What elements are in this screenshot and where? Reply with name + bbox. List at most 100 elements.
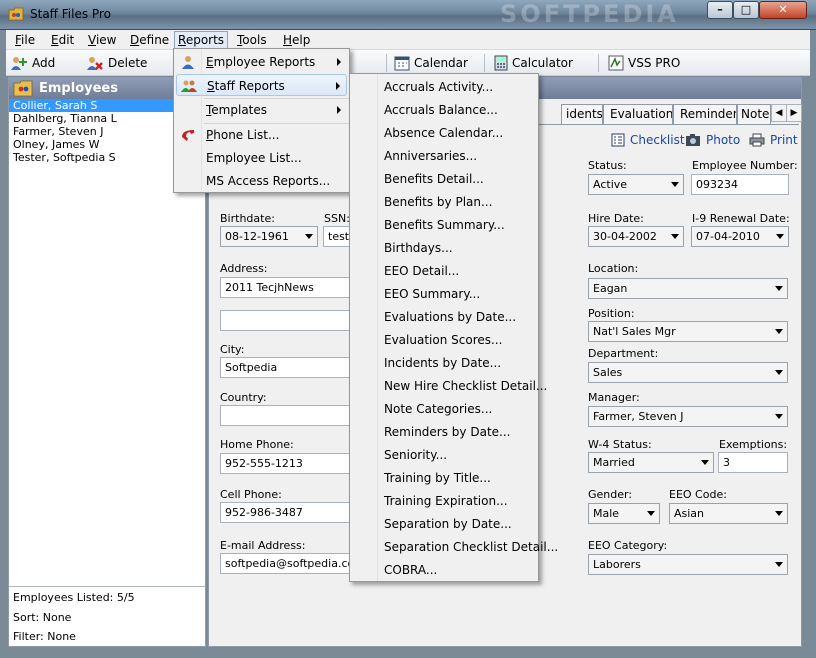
menu-define[interactable]: Define bbox=[127, 32, 172, 49]
window-title: Staff Files Pro bbox=[30, 7, 111, 21]
exemptions-label: Exemptions: bbox=[719, 438, 788, 451]
birthdate-picker[interactable]: 08-12-1961 bbox=[220, 226, 318, 247]
report-incidents-by-date[interactable]: Incidents by Date... bbox=[384, 352, 501, 375]
eeo-category-select[interactable]: Laborers bbox=[588, 554, 788, 575]
photo-link[interactable]: Photo bbox=[685, 132, 740, 148]
report-separation-checklist[interactable]: Separation Checklist Detail... bbox=[384, 536, 558, 559]
report-absence-calendar[interactable]: Absence Calendar... bbox=[384, 122, 503, 145]
menu-view[interactable]: View bbox=[85, 32, 119, 49]
status-label: Status: bbox=[588, 159, 627, 172]
birthdate-label: Birthdate: bbox=[220, 212, 275, 225]
report-eeo-detail[interactable]: EEO Detail... bbox=[384, 260, 459, 283]
address-line2-field[interactable] bbox=[220, 310, 352, 331]
country-field[interactable] bbox=[220, 405, 352, 426]
employee-icon bbox=[182, 56, 194, 69]
tab-scroll-right[interactable]: ▶ bbox=[786, 104, 802, 122]
report-cobra[interactable]: COBRA... bbox=[384, 559, 437, 582]
filter-status: Filter: None bbox=[13, 630, 76, 643]
address-label: Address: bbox=[220, 262, 268, 275]
tab-evaluations[interactable]: Evaluations bbox=[603, 104, 673, 124]
minimize-button[interactable]: – bbox=[707, 1, 733, 19]
calculator-button[interactable]: Calculator bbox=[494, 53, 573, 73]
employees-title: Employees bbox=[39, 81, 118, 96]
tab-incidents[interactable]: idents bbox=[561, 104, 603, 124]
report-benefits-by-plan[interactable]: Benefits by Plan... bbox=[384, 191, 492, 214]
eeo-category-label: EEO Category: bbox=[588, 539, 668, 552]
menu-phone-list[interactable]: Phone List... bbox=[176, 124, 347, 146]
department-select[interactable]: Sales bbox=[588, 362, 788, 383]
employee-number-field[interactable]: 093234 bbox=[691, 174, 789, 195]
i9-renewal-picker[interactable]: 07-04-2010 bbox=[691, 226, 789, 247]
camera-icon bbox=[686, 134, 700, 146]
eeo-code-select[interactable]: Asian bbox=[669, 503, 788, 524]
tab-scroll-left[interactable]: ◀ bbox=[771, 104, 787, 122]
email-field[interactable]: softpedia@softpedia.com bbox=[220, 553, 352, 574]
maximize-button[interactable]: □ bbox=[733, 1, 759, 19]
home-phone-field[interactable]: 952-555-1213 bbox=[220, 453, 352, 474]
email-label: E-mail Address: bbox=[220, 539, 306, 552]
report-eeo-summary[interactable]: EEO Summary... bbox=[384, 283, 480, 306]
report-anniversaries[interactable]: Anniversaries... bbox=[384, 145, 477, 168]
menu-templates[interactable]: Templates bbox=[176, 99, 347, 121]
address-line1-field[interactable]: 2011 TecjhNews bbox=[220, 277, 352, 298]
toolbar-separator bbox=[598, 54, 599, 72]
app-folder-icon bbox=[8, 7, 24, 21]
staff-icon bbox=[181, 80, 197, 92]
menu-employee-list[interactable]: Employee List... bbox=[176, 147, 347, 169]
phone-icon bbox=[182, 130, 194, 141]
title-bar[interactable]: Staff Files Pro SOFTPEDIA – □ ✕ bbox=[0, 0, 816, 30]
report-evaluations-by-date[interactable]: Evaluations by Date... bbox=[384, 306, 516, 329]
menu-file[interactable]: File bbox=[12, 32, 38, 49]
menu-edit[interactable]: Edit bbox=[48, 32, 77, 49]
add-button[interactable]: Add bbox=[10, 53, 55, 73]
cell-phone-field[interactable]: 952-986-3487 bbox=[220, 502, 352, 523]
report-accruals-activity[interactable]: Accruals Activity... bbox=[384, 76, 493, 99]
report-benefits-summary[interactable]: Benefits Summary... bbox=[384, 214, 505, 237]
delete-user-icon bbox=[87, 57, 103, 70]
close-button[interactable]: ✕ bbox=[759, 1, 807, 19]
menu-staff-reports[interactable]: Staff Reports bbox=[176, 74, 347, 96]
report-training-by-title[interactable]: Training by Title... bbox=[384, 467, 491, 490]
menu-tools[interactable]: Tools bbox=[234, 32, 270, 49]
report-new-hire-checklist[interactable]: New Hire Checklist Detail... bbox=[384, 375, 547, 398]
cell-phone-label: Cell Phone: bbox=[220, 488, 282, 501]
menu-employee-reports[interactable]: Employee Reports bbox=[176, 51, 347, 73]
exemptions-field[interactable]: 3 bbox=[718, 452, 788, 473]
hire-date-picker[interactable]: 30-04-2002 bbox=[588, 226, 684, 247]
menu-bar: File Edit View Define Reports Tools Help bbox=[6, 30, 810, 50]
report-note-categories[interactable]: Note Categories... bbox=[384, 398, 492, 421]
position-select[interactable]: Nat'l Sales Mgr bbox=[588, 321, 788, 342]
country-label: Country: bbox=[220, 391, 267, 404]
printer-icon bbox=[749, 133, 765, 147]
w4-status-select[interactable]: Married bbox=[588, 452, 714, 473]
vss-pro-button[interactable]: VSS PRO bbox=[608, 53, 680, 73]
report-benefits-detail[interactable]: Benefits Detail... bbox=[384, 168, 484, 191]
calendar-button[interactable]: Calendar bbox=[394, 53, 468, 73]
staff-reports-submenu: Accruals Activity... Accruals Balance...… bbox=[349, 73, 558, 582]
toolbar-separator bbox=[386, 54, 387, 72]
gender-select[interactable]: Male bbox=[588, 503, 660, 524]
city-label: City: bbox=[220, 343, 245, 356]
report-birthdays[interactable]: Birthdays... bbox=[384, 237, 453, 260]
vss-pro-icon bbox=[608, 55, 624, 71]
report-separation-by-date[interactable]: Separation by Date... bbox=[384, 513, 512, 536]
tab-notes[interactable]: Notes bbox=[737, 104, 771, 124]
add-user-icon bbox=[11, 57, 27, 70]
manager-select[interactable]: Farmer, Steven J bbox=[588, 406, 788, 427]
delete-button[interactable]: Delete bbox=[86, 53, 147, 73]
ssn-label: SSN: bbox=[324, 212, 350, 225]
city-field[interactable]: Softpedia bbox=[220, 357, 352, 378]
report-evaluation-scores[interactable]: Evaluation Scores... bbox=[384, 329, 502, 352]
menu-help[interactable]: Help bbox=[280, 32, 313, 49]
status-select[interactable]: Active bbox=[588, 174, 684, 195]
report-accruals-balance[interactable]: Accruals Balance... bbox=[384, 99, 498, 122]
tab-reminders[interactable]: Reminders bbox=[673, 104, 737, 124]
menu-ms-access-reports[interactable]: MS Access Reports... bbox=[176, 170, 347, 192]
checklist-link[interactable]: Checklist bbox=[611, 132, 685, 148]
report-training-expiration[interactable]: Training Expiration... bbox=[384, 490, 508, 513]
report-reminders-by-date[interactable]: Reminders by Date... bbox=[384, 421, 510, 444]
home-phone-label: Home Phone: bbox=[220, 438, 294, 451]
location-select[interactable]: Eagan bbox=[588, 278, 788, 299]
report-seniority[interactable]: Seniority... bbox=[384, 444, 447, 467]
print-link[interactable]: Print bbox=[749, 132, 798, 148]
